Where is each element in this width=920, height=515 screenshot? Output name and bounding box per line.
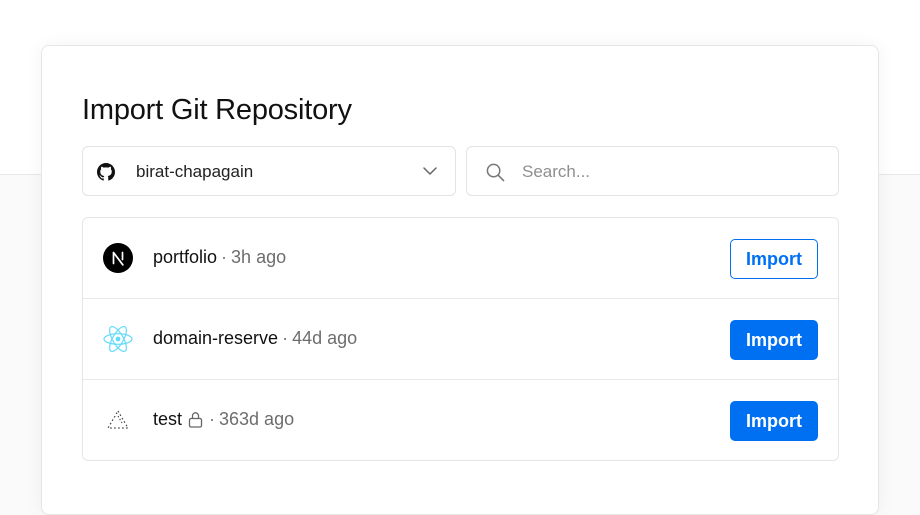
account-name: birat-chapagain xyxy=(136,162,254,181)
search-icon xyxy=(486,163,505,182)
separator: · xyxy=(209,409,216,429)
repo-row-portfolio: portfolio · 3h ago Import xyxy=(83,218,838,299)
search-input[interactable] xyxy=(522,159,822,185)
separator: · xyxy=(221,247,228,267)
github-icon xyxy=(97,163,115,181)
nextjs-icon xyxy=(103,243,133,273)
repo-name[interactable]: portfolio xyxy=(153,247,217,268)
repo-updated-time: 44d ago xyxy=(292,328,358,348)
react-icon xyxy=(103,325,133,353)
repo-name[interactable]: domain-reserve xyxy=(153,328,278,349)
account-selector[interactable]: birat-chapagain xyxy=(82,146,456,196)
lock-icon xyxy=(188,412,203,428)
chevron-down-icon xyxy=(423,167,437,175)
import-card: Import Git Repository birat-chapagain po… xyxy=(41,45,879,515)
import-button[interactable]: Import xyxy=(730,239,818,279)
repo-row-test: test · 363d ago Import xyxy=(83,380,838,460)
import-button[interactable]: Import xyxy=(730,320,818,360)
repo-updated-time: 363d ago xyxy=(219,409,295,429)
page-title: Import Git Repository xyxy=(82,94,352,126)
repo-row-domain-reserve: domain-reserve · 44d ago Import xyxy=(83,299,838,380)
repo-updated-time: 3h ago xyxy=(231,247,287,267)
import-button[interactable]: Import xyxy=(730,401,818,441)
repo-name[interactable]: test xyxy=(153,409,182,430)
repo-list: portfolio · 3h ago Import domain-reserve… xyxy=(82,217,839,461)
separator: · xyxy=(282,328,289,348)
vercel-icon xyxy=(106,409,130,429)
search-box xyxy=(466,146,839,196)
